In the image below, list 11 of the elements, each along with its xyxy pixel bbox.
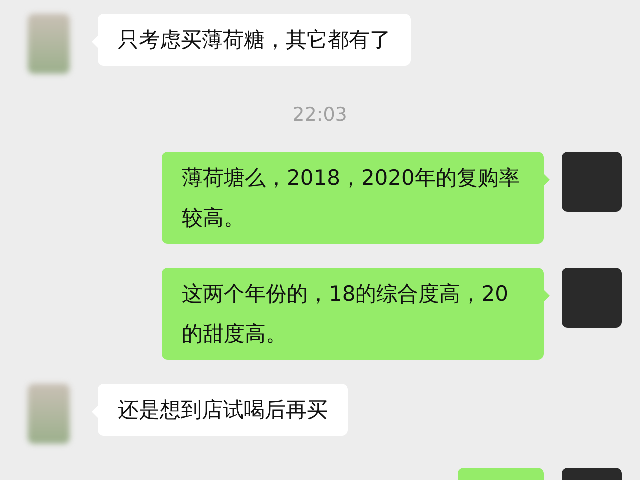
avatar-photo-placeholder (28, 384, 70, 444)
bubble-tail-icon (544, 290, 550, 302)
message-bubble: 还是想到店试喝后再买 (98, 384, 348, 436)
message-bubble: 这两个年份的，18的综合度高，20的甜度高。 (162, 268, 544, 360)
bubble-tail-icon (544, 174, 550, 186)
message-bubble: 只考虑买薄荷糖，其它都有了 (98, 14, 411, 66)
avatar-photo-placeholder (562, 268, 622, 328)
timestamp: 22:03 (292, 104, 348, 126)
avatar-photo-placeholder (28, 14, 70, 74)
message-bubble: 薄荷塘么，2018，2020年的复购率较高。 (162, 152, 544, 244)
avatar-photo-placeholder (562, 152, 622, 212)
